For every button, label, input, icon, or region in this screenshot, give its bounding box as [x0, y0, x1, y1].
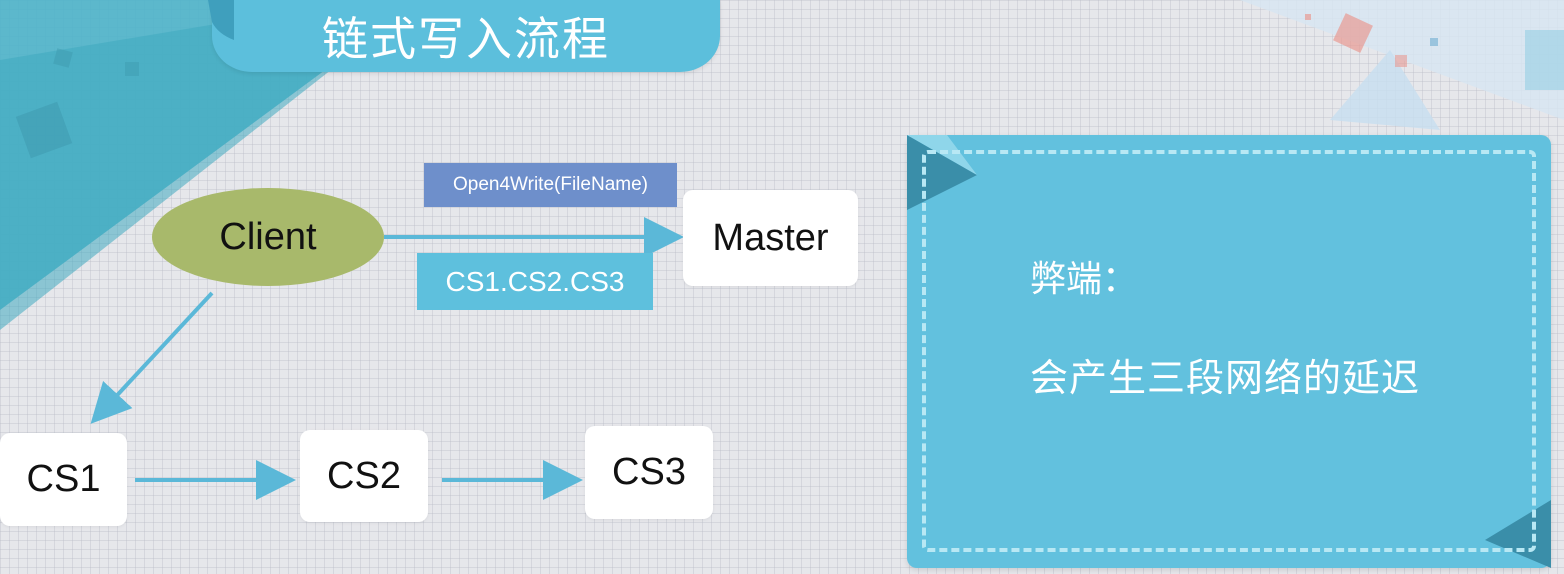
note-text: 会产生三段网络的延迟 [1030, 356, 1421, 400]
cs3-node: CS3 [585, 426, 713, 519]
banner-curl-icon [208, 0, 234, 40]
arrow-client-cs1 [90, 291, 214, 424]
request-label: Open4Write(FileName) [424, 163, 677, 207]
page-title: 链式写入流程 [212, 0, 720, 72]
master-node: Master [683, 190, 858, 286]
note-label: 弊端： [1030, 259, 1139, 300]
client-node: Client [152, 188, 384, 286]
cs2-node: CS2 [300, 430, 428, 522]
cs1-node: CS1 [0, 433, 127, 526]
response-label: CS1.CS2.CS3 [417, 253, 653, 310]
